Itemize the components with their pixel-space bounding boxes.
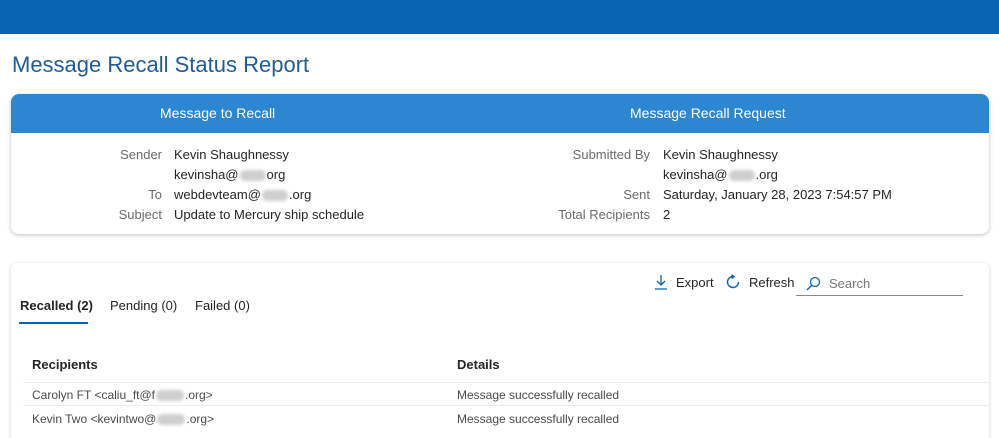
redacted-blur: [157, 414, 186, 426]
export-label: Export: [676, 274, 714, 290]
sent-value: Saturday, January 28, 2023 7:54:57 PM: [663, 187, 892, 202]
refresh-label: Refresh: [749, 274, 795, 290]
summary-card-header: Message to Recall Message Recall Request: [11, 94, 989, 133]
message-recall-request-heading: Message Recall Request: [630, 105, 786, 121]
refresh-icon: [726, 274, 740, 289]
subject-value: Update to Mercury ship schedule: [174, 207, 365, 222]
redacted-blur: [156, 390, 185, 402]
recipient-cell: Kevin Two <kevintwo@ .org>: [32, 412, 215, 426]
redacted-blur: [261, 190, 288, 202]
top-app-bar: [0, 0, 999, 34]
total-recipients-value: 2: [663, 207, 671, 222]
total-recipients-label: Total Recipients: [558, 207, 650, 222]
download-icon: [655, 275, 667, 290]
page-title: Message Recall Status Report: [12, 52, 310, 77]
subject-label: Subject: [118, 207, 162, 222]
sent-label: Sent: [623, 187, 650, 202]
recipients-column-header[interactable]: Recipients: [32, 357, 98, 372]
submitted-by-name: Kevin Shaughnessy: [663, 147, 778, 162]
details-column-header[interactable]: Details: [457, 357, 500, 372]
recipient-cell: Carolyn FT <caliu_ft@f .org>: [32, 388, 213, 402]
sender-label: Sender: [120, 147, 162, 162]
tab-failed[interactable]: Failed (0): [195, 298, 250, 313]
submitted-by-email: kevinsha@ .org: [663, 167, 778, 182]
search-placeholder: Search: [829, 276, 871, 291]
export-button[interactable]: Export: [654, 273, 714, 291]
tab-recalled[interactable]: Recalled (2): [20, 298, 93, 313]
row-divider: [23, 405, 989, 406]
redacted-blur: [239, 170, 266, 182]
sender-name: Kevin Shaughnessy: [174, 147, 289, 162]
search-input[interactable]: Search: [796, 272, 963, 296]
details-cell: Message successfully recalled: [457, 388, 620, 402]
message-to-recall-heading: Message to Recall: [160, 105, 276, 121]
redacted-blur: [728, 170, 755, 182]
active-tab-indicator: [19, 322, 88, 324]
refresh-button[interactable]: Refresh: [725, 273, 795, 291]
header-divider: [23, 382, 989, 383]
search-icon: [806, 276, 821, 291]
details-cell: Message successfully recalled: [457, 412, 620, 426]
sender-email: kevinsha@ org: [174, 167, 286, 182]
to-email: webdevteam@ .org: [174, 187, 312, 202]
tab-pending[interactable]: Pending (0): [110, 298, 177, 313]
submitted-by-label: Submitted By: [572, 147, 650, 162]
to-label: To: [148, 187, 162, 202]
